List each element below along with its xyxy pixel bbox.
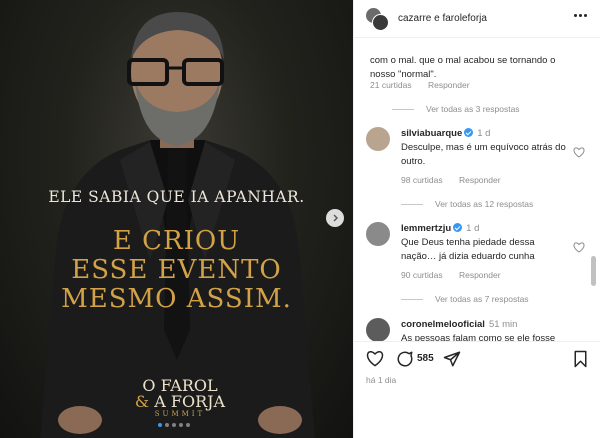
post-header: cazarre e faroleforja	[354, 0, 600, 38]
comment-body: coronelmelooficial 51 min As pessoas fala…	[401, 318, 581, 341]
logo-line-2-text: A FORJA	[154, 392, 226, 411]
comment-text: As pessoas falam como se ele fosse	[401, 333, 556, 341]
more-horizontal-icon[interactable]	[574, 14, 587, 17]
person-photo	[40, 12, 315, 438]
replies-divider	[401, 298, 423, 300]
replies-divider	[392, 108, 414, 110]
chevron-right-icon	[333, 214, 338, 222]
reply-button[interactable]: Responder	[428, 80, 470, 90]
post-side-panel: cazarre e faroleforja com o mal. que o m…	[353, 0, 600, 438]
verified-badge-icon	[464, 128, 474, 137]
view-replies-button[interactable]: Ver todas as 12 respostas	[401, 199, 533, 209]
comment-username[interactable]: lemmertzju	[401, 223, 451, 234]
heart-icon[interactable]	[573, 242, 585, 253]
view-replies-button[interactable]: Ver todas as 3 respostas	[392, 104, 520, 114]
carousel-dots	[158, 423, 190, 427]
heart-icon[interactable]	[366, 350, 384, 367]
comments-scrollbar[interactable]	[591, 256, 596, 286]
post-author[interactable]: cazarre e faroleforja	[398, 13, 487, 24]
comment-body: silviabuarque 1 d Desculpe, mas é um equí…	[401, 127, 571, 169]
overlay-line-3: ESSE EVENTO	[71, 255, 282, 285]
view-replies-button[interactable]: Ver todas as 7 respostas	[401, 294, 529, 304]
send-icon[interactable]	[443, 350, 461, 368]
avatar[interactable]	[372, 13, 389, 31]
comment-likes[interactable]: 90 curtidas	[401, 270, 443, 280]
carousel-dot	[179, 423, 183, 427]
comment-username[interactable]: coronelmelooficial	[401, 319, 485, 330]
comment-meta: 90 curtidas Responder	[401, 270, 515, 280]
event-logo: O FAROL & A FORJA SUMMIT	[130, 378, 230, 418]
post-actions-bar: 585	[354, 341, 600, 375]
comment-time: 51 min	[488, 319, 518, 330]
comment-likes[interactable]: 21 curtidas	[370, 80, 412, 90]
comment-text: Desculpe, mas é um equívoco atrás do out…	[401, 142, 566, 167]
logo-amp: &	[134, 392, 150, 411]
posted-time: há 1 dia	[366, 375, 397, 385]
avatar[interactable]	[366, 222, 390, 246]
avatar[interactable]	[366, 127, 390, 151]
collab-avatars[interactable]	[365, 6, 389, 31]
carousel-next-button[interactable]	[326, 209, 344, 227]
view-replies-label: Ver todas as 12 respostas	[435, 199, 534, 209]
comments-list: com o mal. que o mal acabou se tornando …	[354, 38, 591, 341]
comment-meta: 21 curtidas Responder	[370, 80, 484, 90]
comment-text: com o mal. que o mal acabou se tornando …	[370, 55, 556, 80]
overlay-line-2: E CRIOU	[112, 226, 241, 256]
comment-meta: 98 curtidas Responder	[401, 175, 515, 185]
comment-time: 1 d	[466, 223, 480, 234]
comment-icon[interactable]	[396, 350, 414, 368]
comment-text: Que Deus tenha piedade dessa nação… já d…	[401, 237, 535, 262]
avatar[interactable]	[366, 318, 390, 341]
carousel-dot	[186, 423, 190, 427]
view-replies-label: Ver todas as 7 respostas	[435, 294, 529, 304]
post-image[interactable]: ELE SABIA QUE IA APANHAR. E CRIOU ESSE E…	[0, 0, 353, 438]
reply-button[interactable]: Responder	[459, 270, 501, 280]
logo-line-2: & A FORJA	[130, 394, 230, 410]
logo-line-3: SUMMIT	[154, 410, 206, 418]
heart-icon[interactable]	[573, 147, 585, 158]
bookmark-icon[interactable]	[573, 350, 588, 368]
comment-body: lemmertzju 1 d Que Deus tenha piedade des…	[401, 222, 571, 264]
overlay-line-4: MESMO ASSIM.	[61, 284, 292, 314]
comment-likes[interactable]: 98 curtidas	[401, 175, 443, 185]
carousel-dot	[158, 423, 162, 427]
view-replies-label: Ver todas as 3 respostas	[426, 104, 520, 114]
reply-button[interactable]: Responder	[459, 175, 501, 185]
comment-username[interactable]: silviabuarque	[401, 128, 462, 139]
overlay-line-1: ELE SABIA QUE IA APANHAR.	[48, 188, 305, 206]
carousel-dot	[172, 423, 176, 427]
comment-count: 585	[417, 353, 434, 364]
carousel-dot	[165, 423, 169, 427]
verified-badge-icon	[453, 223, 463, 232]
replies-divider	[401, 203, 423, 205]
comment-time: 1 d	[477, 128, 491, 139]
